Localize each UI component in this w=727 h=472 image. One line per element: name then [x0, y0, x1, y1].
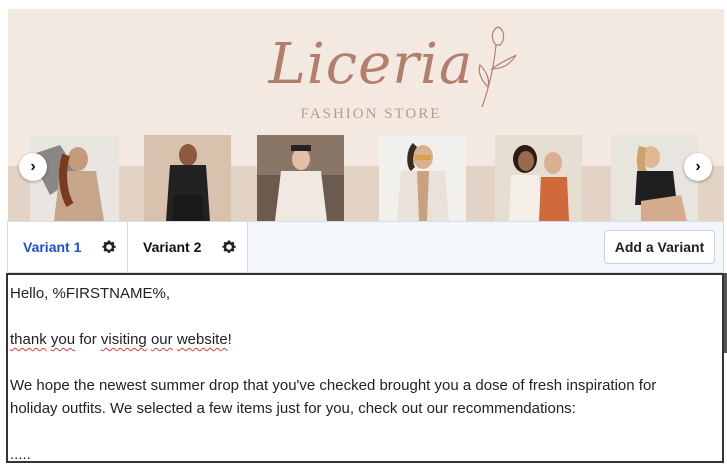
thank-you-line: thank you for visiting our website!: [10, 328, 722, 351]
gear-icon[interactable]: [101, 239, 117, 255]
tab-variant-1[interactable]: Variant 1: [8, 222, 128, 272]
carousel-prev-button[interactable]: ›: [19, 153, 47, 181]
variant-tabs-bar: Variant 1 Variant 2 Add a Variant: [7, 221, 724, 273]
tab-label: Variant 1: [23, 239, 82, 255]
brand-subtitle: FASHION STORE: [300, 106, 442, 122]
carousel-next-button[interactable]: ›: [684, 153, 712, 181]
word: you: [50, 331, 76, 348]
word: for: [79, 331, 97, 348]
chevron-left-icon: ›: [30, 158, 36, 175]
product-photo-4[interactable]: [379, 135, 466, 221]
body-line-1: We hope the newest summer drop that you'…: [10, 377, 657, 394]
word: our: [150, 331, 173, 348]
word: website: [176, 331, 228, 348]
word: visiting: [100, 331, 147, 348]
product-photo-5[interactable]: [495, 135, 582, 221]
chevron-right-icon: ›: [695, 158, 701, 175]
flower-logo-icon: [478, 26, 517, 108]
body-line-2: holiday outfits. We selected a few items…: [10, 400, 576, 417]
greeting-line: Hello, %FIRSTNAME%,: [10, 285, 171, 302]
product-photo-3[interactable]: [257, 135, 344, 221]
product-photo-6[interactable]: [611, 135, 698, 221]
product-photo-2[interactable]: [144, 135, 231, 221]
product-photo-1[interactable]: [30, 135, 119, 221]
gear-icon[interactable]: [221, 239, 237, 255]
email-body-editor[interactable]: Hello, %FIRSTNAME%, thank you for visiti…: [6, 273, 724, 463]
email-header-banner: Liceria FASHION STORE › ›: [8, 9, 724, 221]
add-variant-button[interactable]: Add a Variant: [604, 230, 715, 264]
tab-label: Variant 2: [143, 239, 202, 255]
word: !: [227, 331, 232, 348]
brand-logo: Liceria: [268, 32, 474, 97]
word: thank: [10, 331, 47, 348]
ellipsis-line: .....: [10, 446, 31, 463]
tab-variant-2[interactable]: Variant 2: [128, 222, 248, 272]
